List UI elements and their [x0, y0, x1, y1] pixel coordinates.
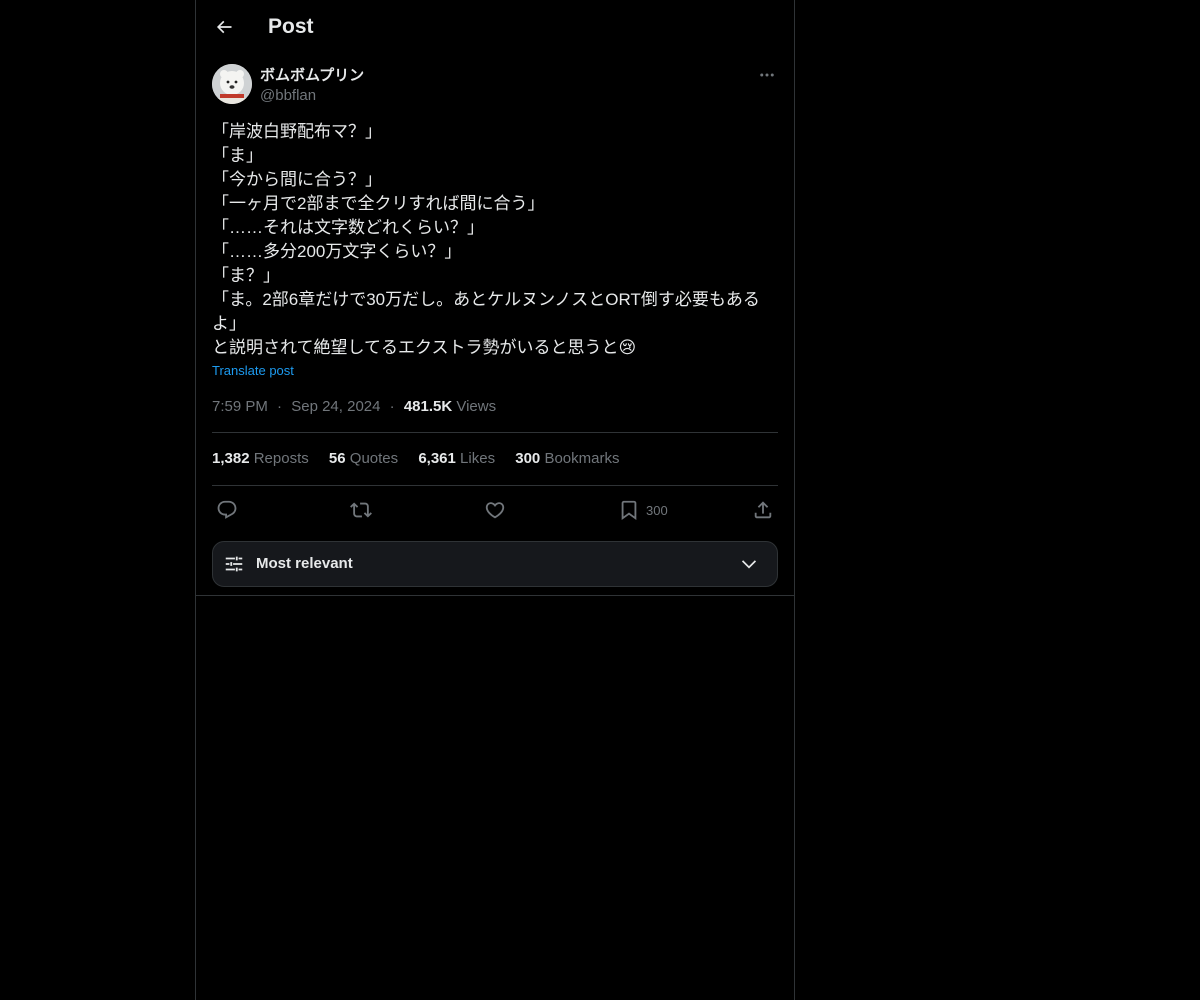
post-line: 「……それは文字数どれくらい？」: [212, 218, 484, 237]
views-count: 481.5K: [403, 398, 453, 415]
post-line: 「ま。2部6章だけで30万だし。あとケルヌンノスとORT倒す必要もある: [212, 290, 760, 309]
bookmarks-label: Bookmarks: [544, 450, 620, 467]
chevron-down-icon: [741, 560, 757, 569]
author-handle[interactable]: @bbflan: [260, 86, 316, 106]
reposts-count: 1,382: [212, 450, 250, 467]
more-icon: [760, 73, 774, 77]
quotes-count: 56: [328, 450, 346, 467]
sort-label: Most relevant: [256, 555, 353, 572]
avatar-image: [212, 64, 252, 104]
share-button[interactable]: [752, 496, 774, 524]
post-line: 「……多分200万文字くらい？」: [212, 242, 462, 261]
meta-separator: ·: [389, 398, 395, 415]
reposts-label: Reposts: [253, 450, 309, 467]
post-column: Post ボムボムプリン @bbflan 「岸波白野配布マ？」 「ま」 「今から…: [195, 0, 795, 1000]
author-name[interactable]: ボムボムプリン: [260, 66, 364, 86]
bookmark-count: 300: [646, 502, 668, 518]
likes-stat[interactable]: 6,361 Likes: [418, 449, 495, 469]
like-button[interactable]: [484, 496, 506, 524]
likes-label: Likes: [460, 450, 496, 467]
avatar[interactable]: [212, 64, 252, 104]
divider: [212, 485, 778, 486]
page-title: Post: [268, 15, 314, 38]
post-line: 「今から間に合う？」: [212, 170, 382, 189]
sliders-icon: [225, 556, 243, 572]
post-line: と説明されて絶望してるエクストラ勢がいると思うと😢: [212, 338, 637, 357]
back-button[interactable]: [208, 11, 240, 43]
like-icon: [485, 502, 505, 519]
post-line: 「ま」: [212, 146, 263, 165]
post-line: 「ま？」: [212, 266, 280, 285]
bookmark-icon: [621, 500, 637, 521]
reply-button[interactable]: [216, 496, 238, 524]
post-line: 「岸波白野配布マ？」: [212, 122, 382, 141]
post-date[interactable]: Sep 24, 2024: [291, 398, 380, 415]
meta-separator: ·: [277, 398, 283, 415]
post-stats: 1,382 Reposts 56 Quotes 6,361 Likes 300 …: [212, 449, 635, 469]
quotes-label: Quotes: [349, 450, 399, 467]
sort-replies-dropdown[interactable]: Most relevant: [212, 541, 778, 587]
divider: [196, 595, 794, 596]
divider: [212, 432, 778, 433]
repost-button[interactable]: [350, 496, 372, 524]
quotes-stat[interactable]: 56 Quotes: [329, 449, 398, 469]
bookmarks-stat[interactable]: 300 Bookmarks: [515, 449, 619, 469]
post-meta: 7:59 PM · Sep 24, 2024 · 481.5K Views: [212, 397, 496, 417]
header: Post: [196, 0, 794, 54]
action-bar: 300: [212, 496, 778, 524]
post-line: よ」: [212, 314, 246, 333]
likes-count: 6,361: [418, 450, 456, 467]
post-line: 「一ヶ月で2部まで全クリすれば間に合う」: [212, 194, 545, 213]
more-button[interactable]: [756, 64, 778, 86]
back-arrow-icon: [216, 20, 232, 34]
share-icon: [754, 501, 772, 519]
bookmark-button[interactable]: 300: [618, 496, 668, 524]
bookmarks-count: 300: [515, 450, 541, 467]
reply-icon: [217, 500, 237, 519]
translate-post-link[interactable]: Translate post: [212, 363, 294, 379]
repost-icon: [350, 502, 372, 518]
post-text: 「岸波白野配布マ？」 「ま」 「今から間に合う？」 「一ヶ月で2部まで全クリすれ…: [212, 120, 778, 360]
post-time[interactable]: 7:59 PM: [212, 398, 268, 415]
views-label: Views: [456, 398, 497, 415]
reposts-stat[interactable]: 1,382 Reposts: [212, 449, 309, 469]
